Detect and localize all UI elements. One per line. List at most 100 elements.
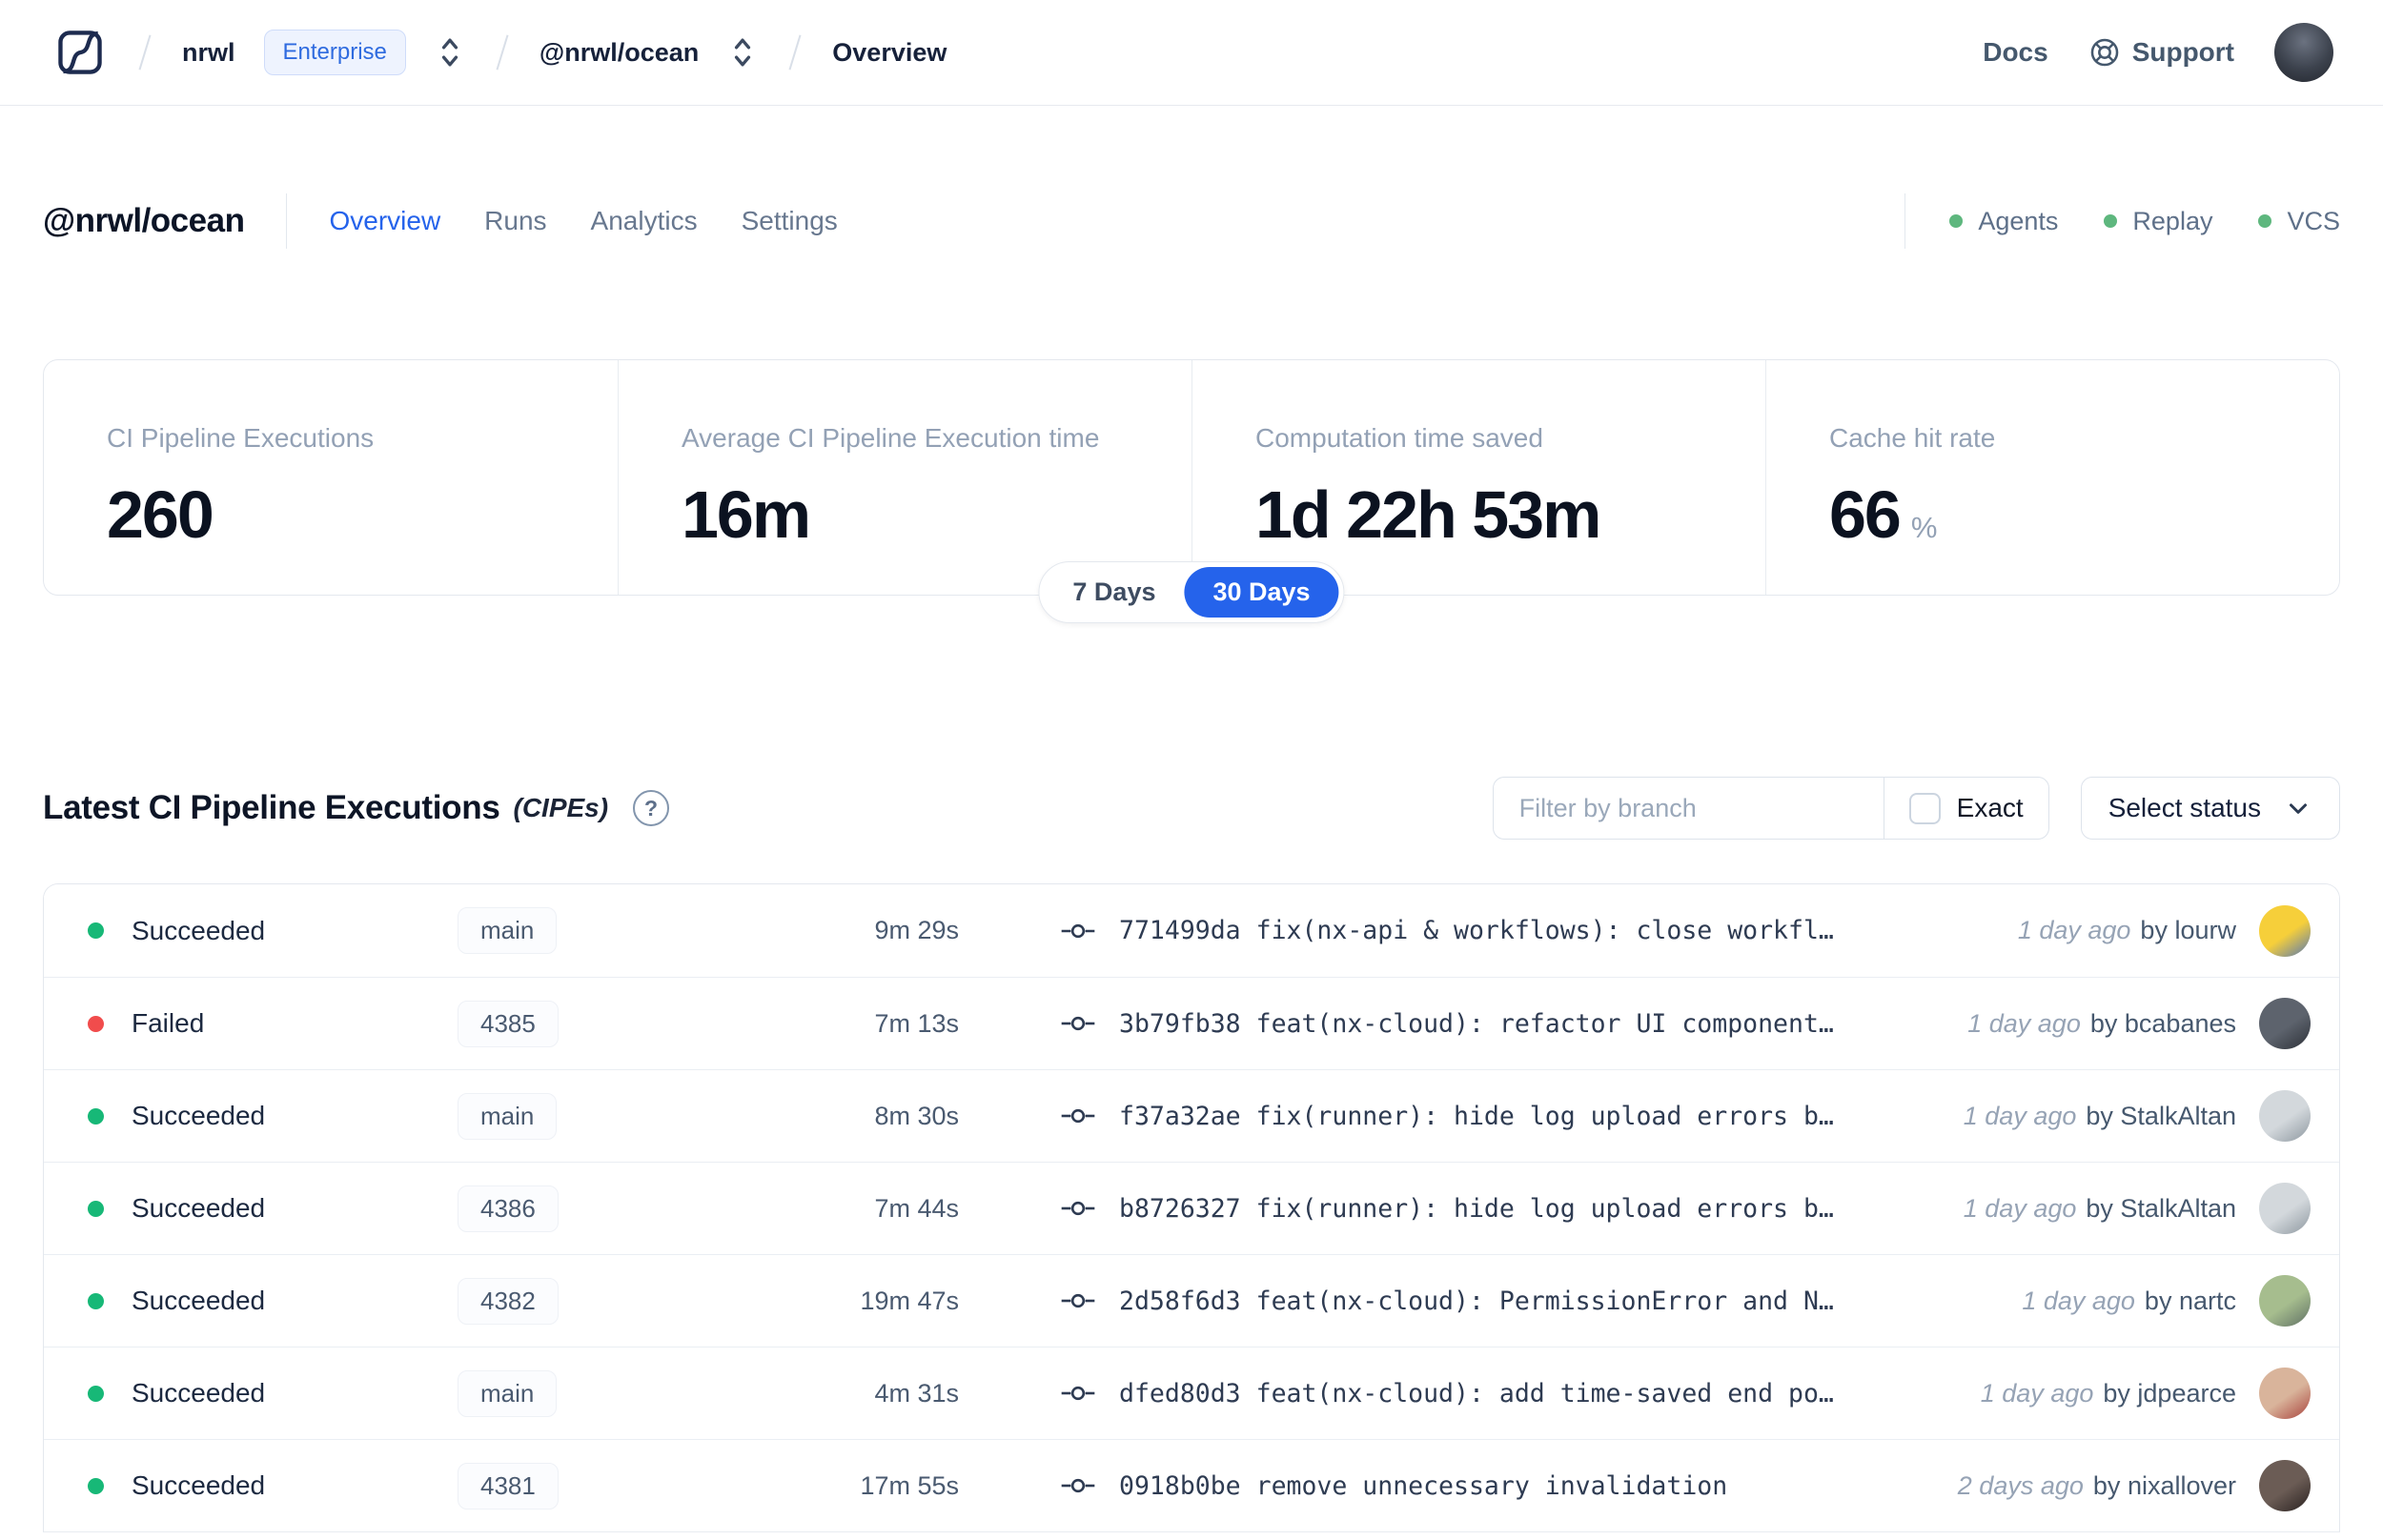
docs-link[interactable]: Docs <box>1983 37 2047 68</box>
workspace-tab[interactable]: Analytics <box>591 206 698 236</box>
stat-label: Computation time saved <box>1255 423 1543 453</box>
status-select-label: Select status <box>2108 793 2261 822</box>
git-commit-icon <box>1061 1016 1095 1031</box>
user-avatar[interactable] <box>2274 23 2333 82</box>
branch-badge: 4386 <box>458 1185 559 1232</box>
commit-text: 0918b0be remove unnecessary invalidation <box>1119 1471 1727 1501</box>
time-ago: 2 days ago <box>1957 1470 2084 1500</box>
by-label: by <box>2089 1008 2118 1038</box>
stat-value: 1d 22h 53m <box>1255 477 1601 552</box>
git-commit-icon <box>1061 1386 1095 1401</box>
workspace-tab[interactable]: Runs <box>484 206 546 236</box>
author-avatar <box>2259 1368 2311 1419</box>
org-plan-badge[interactable]: Enterprise <box>263 30 406 75</box>
divider <box>1904 193 1906 249</box>
author: by nixallover <box>2093 1471 2236 1501</box>
top-nav: nrwl Enterprise @nrwl/ocean Overview Doc… <box>0 0 2383 106</box>
workspace-tab[interactable]: Settings <box>742 206 838 236</box>
health-label: Agents <box>1978 206 2059 235</box>
cipe-meta-cell: 1 day ago by nartc <box>2022 1275 2311 1327</box>
cipe-commit-cell: 771499da fix(nx-api & workflows): close … <box>1060 916 2018 945</box>
cipe-table-row[interactable]: Failed 4385 7m 13s 3b79fb38 feat(nx-clou… <box>44 977 2339 1069</box>
chevron-down-icon <box>2290 803 2307 814</box>
status-label: Succeeded <box>132 1470 266 1500</box>
breadcrumb-org[interactable]: nrwl <box>182 38 235 68</box>
cipe-table-row[interactable]: Succeeded 4386 7m 44s b8726327 fix(runne… <box>44 1162 2339 1254</box>
health-status-dot <box>1949 214 1964 228</box>
commit-sha: 2d58f6d3 <box>1119 1286 1241 1316</box>
commit-text: 3b79fb38 feat(nx-cloud): refactor UI com… <box>1119 1009 1834 1039</box>
stat-label: Cache hit rate <box>1829 423 1996 453</box>
cipe-branch-cell: main <box>458 1092 772 1140</box>
help-icon[interactable]: ? <box>633 790 670 826</box>
workspace-header: @nrwl/ocean Overview Runs Analytics Sett… <box>0 190 2383 253</box>
status-label: Succeeded <box>132 1378 266 1408</box>
branch-badge: 4382 <box>458 1277 559 1325</box>
cipe-table-row[interactable]: Succeeded 4381 17m 55s 0918b0be remove u… <box>44 1439 2339 1531</box>
breadcrumb-workspace[interactable]: @nrwl/ocean <box>540 38 699 68</box>
branch-badge: 4385 <box>458 1000 559 1047</box>
status-dot <box>88 1477 104 1494</box>
cipe-meta-cell: 1 day ago by jdpearce <box>1981 1368 2311 1419</box>
nx-cloud-logo-icon <box>58 30 102 74</box>
cipe-table-row[interactable]: Succeeded main 4m 31s dfed80d3 feat(nx-c… <box>44 1347 2339 1439</box>
author-avatar <box>2259 998 2311 1049</box>
workspace-switcher-chevron-icon[interactable] <box>727 35 758 70</box>
commit-message: feat(nx-cloud): PermissionError and N… <box>1255 1286 1834 1316</box>
cipe-table: Succeeded main 9m 29s 771499da fix(nx-ap… <box>43 883 2340 1532</box>
tab-label: Overview <box>329 206 441 235</box>
health-item[interactable]: VCS <box>2258 207 2340 236</box>
commit-message: fix(runner): hide log upload errors b… <box>1255 1193 1834 1224</box>
cipe-commit-cell: 0918b0be remove unnecessary invalidation <box>1060 1471 1958 1501</box>
cipe-section-header: Latest CI Pipeline Executions (CIPEs) ? … <box>43 777 2340 840</box>
date-range-option[interactable]: 30 Days <box>1184 567 1339 618</box>
author-name: lourw <box>2174 916 2236 944</box>
stat-card: Computation time saved 1d 22h 53m <box>1192 360 1765 595</box>
cipe-meta-cell: 1 day ago by bcabanes <box>1967 998 2311 1049</box>
health-indicators: Agents Replay VCS <box>1949 207 2340 236</box>
breadcrumb-page: Overview <box>832 37 947 67</box>
health-item[interactable]: Replay <box>2104 207 2212 236</box>
cipe-status-cell: Succeeded <box>88 1101 458 1131</box>
time-ago: 1 day ago <box>2017 916 2131 944</box>
health-item[interactable]: Agents <box>1949 207 2058 236</box>
commit-message: fix(runner): hide log upload errors b… <box>1255 1101 1834 1131</box>
org-switcher-chevron-icon[interactable] <box>435 35 465 70</box>
status-label: Succeeded <box>132 1286 266 1315</box>
by-label: by <box>2086 1101 2113 1130</box>
tab-label: Runs <box>484 206 547 235</box>
git-commit-icon <box>1061 1201 1095 1216</box>
stat-card: CI Pipeline Executions 260 <box>44 360 618 595</box>
exact-match-toggle[interactable]: Exact <box>1883 777 2049 840</box>
commit-message: remove unnecessary invalidation <box>1255 1470 1728 1501</box>
status-select-dropdown[interactable]: Select status <box>2080 777 2340 840</box>
cipe-branch-cell: main <box>458 1369 772 1417</box>
lifebuoy-icon <box>2090 38 2118 67</box>
branch-badge: main <box>458 907 558 954</box>
health-label: Replay <box>2132 206 2213 235</box>
breadcrumb-separator <box>138 34 152 71</box>
cipe-table-row[interactable]: Succeeded main 9m 29s 771499da fix(nx-ap… <box>44 884 2339 977</box>
nx-cloud-logo[interactable] <box>52 25 108 80</box>
cipe-commit-cell: f37a32ae fix(runner): hide log upload er… <box>1060 1102 1964 1131</box>
branch-badge: 4381 <box>458 1462 559 1510</box>
exact-checkbox[interactable] <box>1908 792 1941 824</box>
cipe-status-cell: Succeeded <box>88 1286 458 1316</box>
cipe-branch-cell: 4386 <box>458 1185 772 1232</box>
time-ago: 1 day ago <box>2022 1286 2135 1315</box>
author-avatar <box>2259 1460 2311 1511</box>
support-link[interactable]: Support <box>2088 36 2234 69</box>
author: by StalkAltan <box>2086 1102 2236 1131</box>
cipe-table-row[interactable]: Succeeded 4382 19m 47s 2d58f6d3 feat(nx-… <box>44 1254 2339 1347</box>
stat-card: Cache hit rate 66 % <box>1765 360 2339 595</box>
author-avatar <box>2259 1183 2311 1234</box>
breadcrumb-separator <box>496 34 509 71</box>
cipe-branch-cell: 4382 <box>458 1277 772 1325</box>
date-range-option[interactable]: 7 Days <box>1044 567 1184 618</box>
cipe-table-row[interactable]: Succeeded main 8m 30s f37a32ae fix(runne… <box>44 1069 2339 1162</box>
commit-message: feat(nx-cloud): add time-saved end po… <box>1255 1378 1834 1408</box>
workspace-tab[interactable]: Overview <box>329 206 440 236</box>
author-avatar <box>2259 1090 2311 1142</box>
cipe-commit-cell: b8726327 fix(runner): hide log upload er… <box>1060 1194 1964 1224</box>
branch-filter-input[interactable] <box>1492 777 1884 840</box>
